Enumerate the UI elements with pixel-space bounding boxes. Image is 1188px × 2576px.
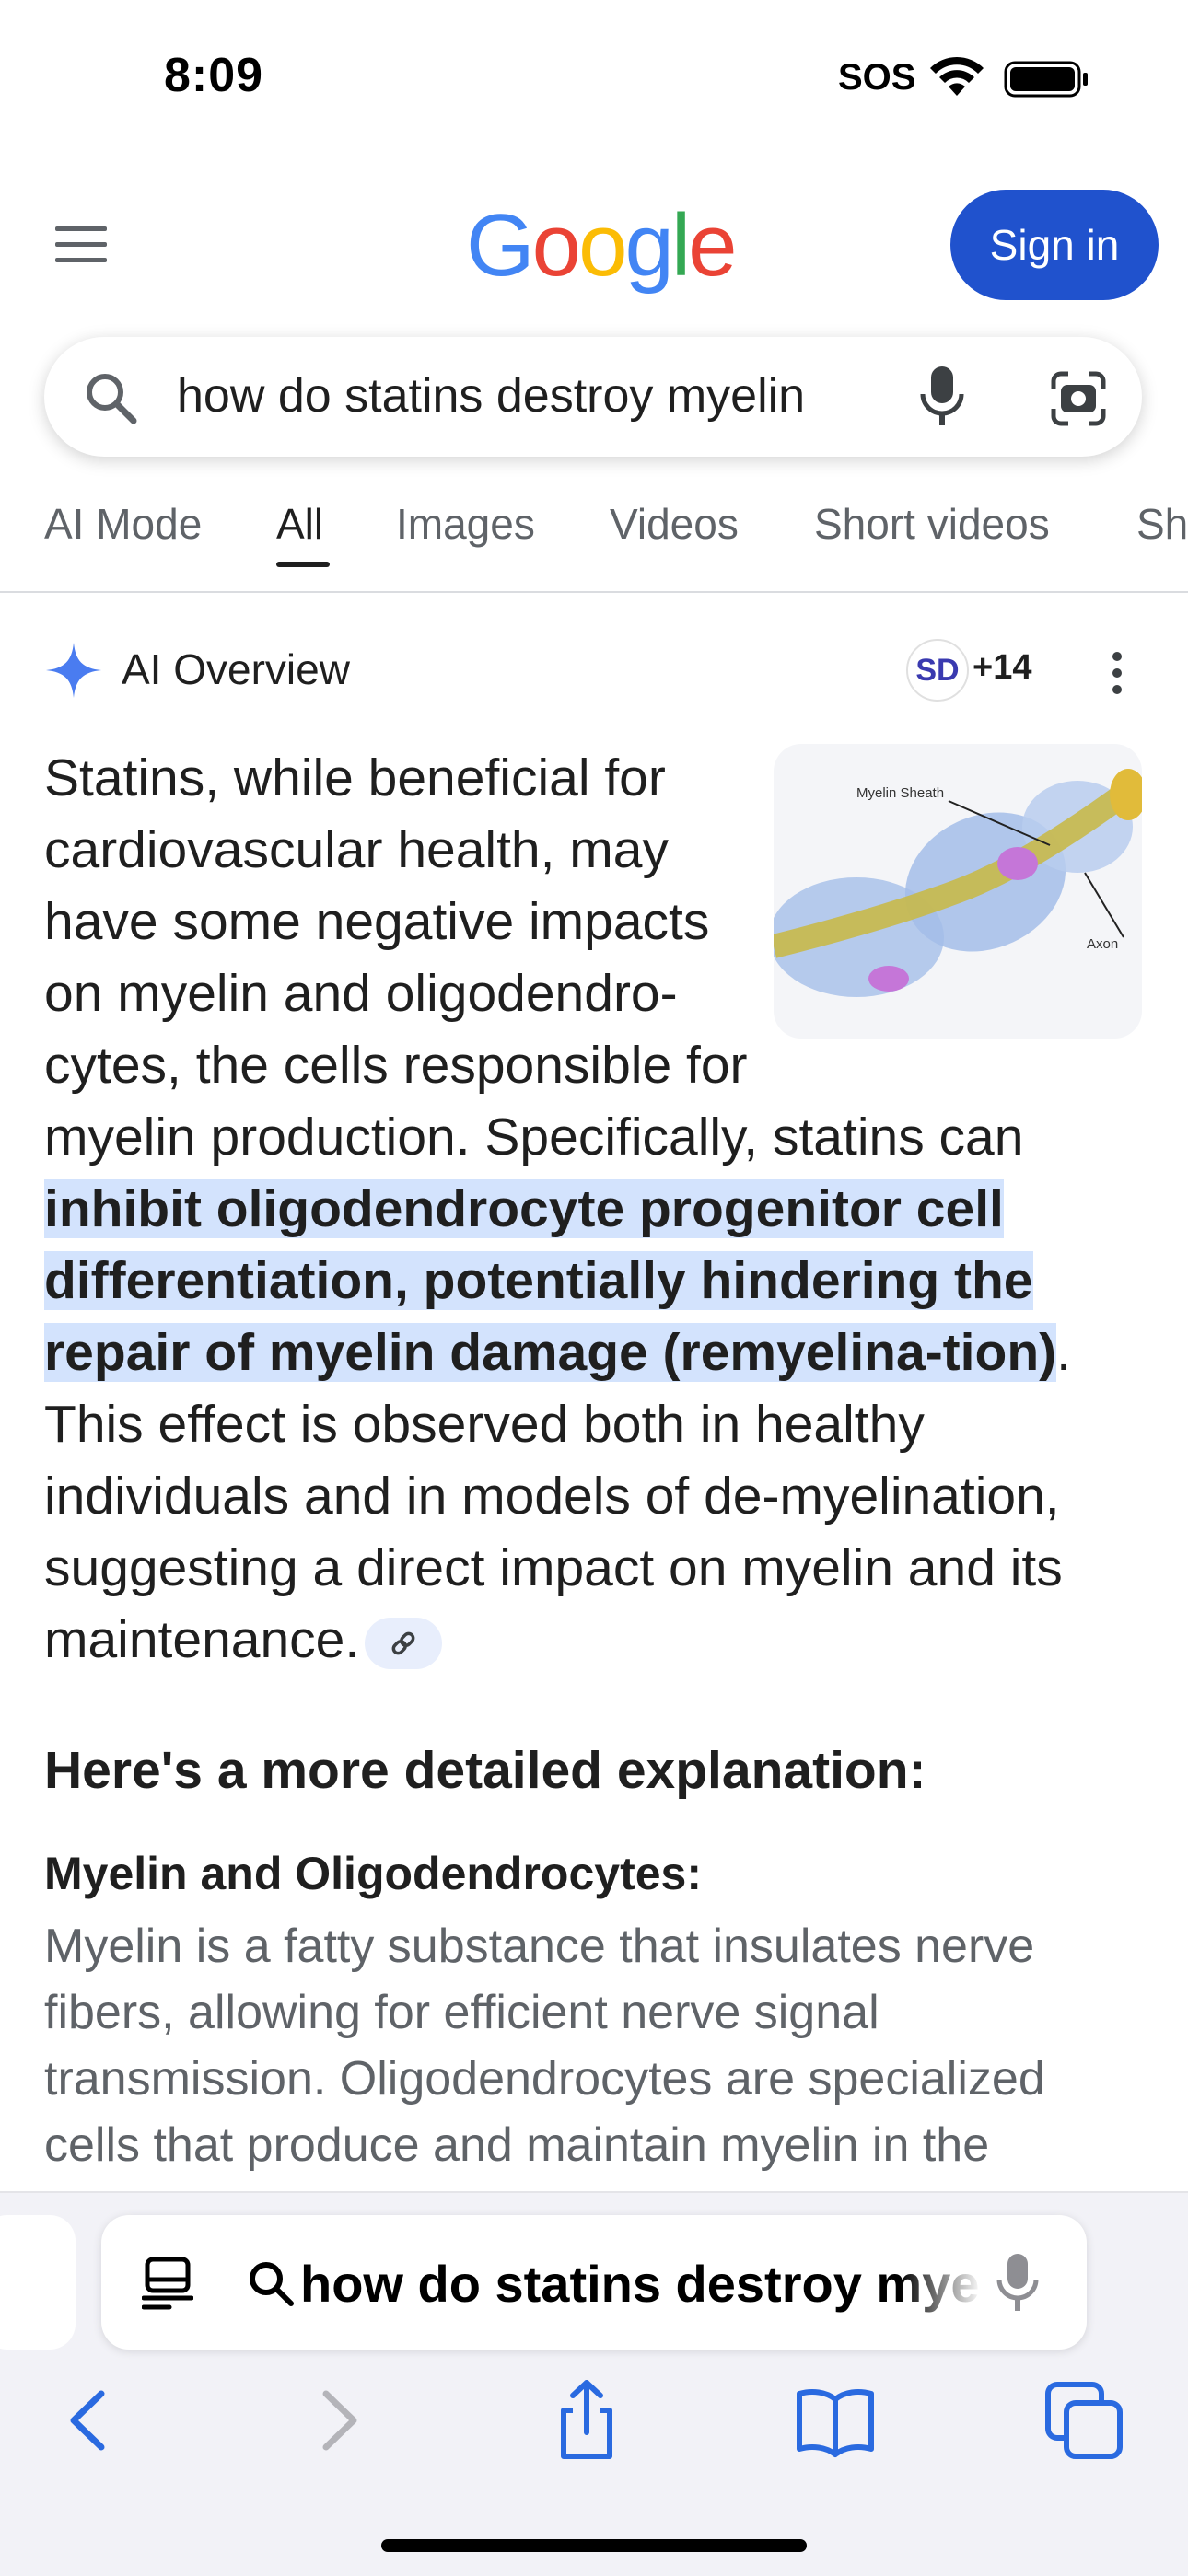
sign-in-button[interactable]: Sign in (950, 190, 1159, 300)
address-mic-icon[interactable] (995, 2250, 1041, 2316)
explanation-heading: Here's a more detailed explanation: (44, 1741, 926, 1800)
menu-icon[interactable] (53, 225, 109, 265)
share-icon[interactable] (545, 2379, 628, 2462)
tab-all[interactable]: All (276, 499, 323, 549)
google-logo-letter: e (688, 196, 737, 295)
address-search-icon (250, 2262, 294, 2306)
status-time: 8:09 (164, 49, 264, 102)
thumbnail-label-axon: Axon (1087, 936, 1118, 952)
reader-icon[interactable] (142, 2256, 193, 2311)
tabs-icon[interactable] (1042, 2379, 1125, 2462)
tab-short-videos[interactable]: Short videos (814, 499, 1050, 549)
google-logo: Google (466, 195, 738, 296)
status-sos: SOS (838, 57, 916, 98)
wifi-icon (930, 56, 984, 96)
search-icon (87, 374, 137, 424)
google-logo-letter: o (578, 196, 627, 295)
google-logo-letter: G (466, 196, 535, 295)
source-avatar-label: SD (915, 652, 960, 688)
search-box[interactable]: how do statins destroy myelin (44, 337, 1142, 457)
myelin-thumbnail[interactable]: Myelin Sheath Axon (774, 744, 1142, 1039)
explanation-subheading: Myelin and Oligodendrocytes: (44, 1848, 702, 1899)
tabs-divider (0, 591, 1188, 593)
back-icon[interactable] (48, 2379, 131, 2462)
bookmarks-icon[interactable] (794, 2379, 877, 2462)
address-input[interactable]: how do statins destroy myelin (300, 2254, 982, 2314)
tab-ai-mode[interactable]: AI Mode (44, 499, 202, 549)
forward-icon[interactable] (297, 2379, 379, 2462)
ai-overview-title: AI Overview (122, 645, 350, 693)
google-logo-letter: o (531, 196, 581, 295)
myelin-illustration: Myelin Sheath Axon (774, 769, 1142, 997)
more-options-icon[interactable] (1103, 648, 1131, 698)
thumbnail-label-sheath: Myelin Sheath (856, 785, 944, 801)
tab-images[interactable]: Images (396, 499, 535, 549)
lens-icon[interactable] (1048, 368, 1109, 429)
mic-icon[interactable] (917, 365, 967, 431)
previous-tab-card[interactable] (0, 2215, 76, 2350)
overview-text-highlight: inhibit oligodendrocyte progenitor cell … (44, 1179, 1057, 1382)
tab-videos[interactable]: Videos (610, 499, 739, 549)
google-logo-letter: l (670, 196, 691, 295)
tab-active-indicator (276, 562, 330, 567)
source-avatar[interactable]: SD (906, 639, 969, 702)
link-icon (391, 1631, 415, 1655)
google-logo-letter: g (624, 196, 673, 295)
explanation-body: Myelin is a fatty substance that insulat… (44, 1920, 1045, 2172)
sparkle-icon (46, 643, 101, 698)
source-link-chip[interactable] (365, 1617, 443, 1669)
tab-shopping[interactable]: Sh (1136, 499, 1188, 549)
home-indicator (381, 2539, 807, 2552)
address-bar[interactable]: how do statins destroy myelin (101, 2215, 1087, 2350)
battery-icon (1004, 61, 1088, 98)
search-input[interactable]: how do statins destroy myelin (177, 368, 886, 424)
source-count[interactable]: +14 (973, 648, 1031, 688)
